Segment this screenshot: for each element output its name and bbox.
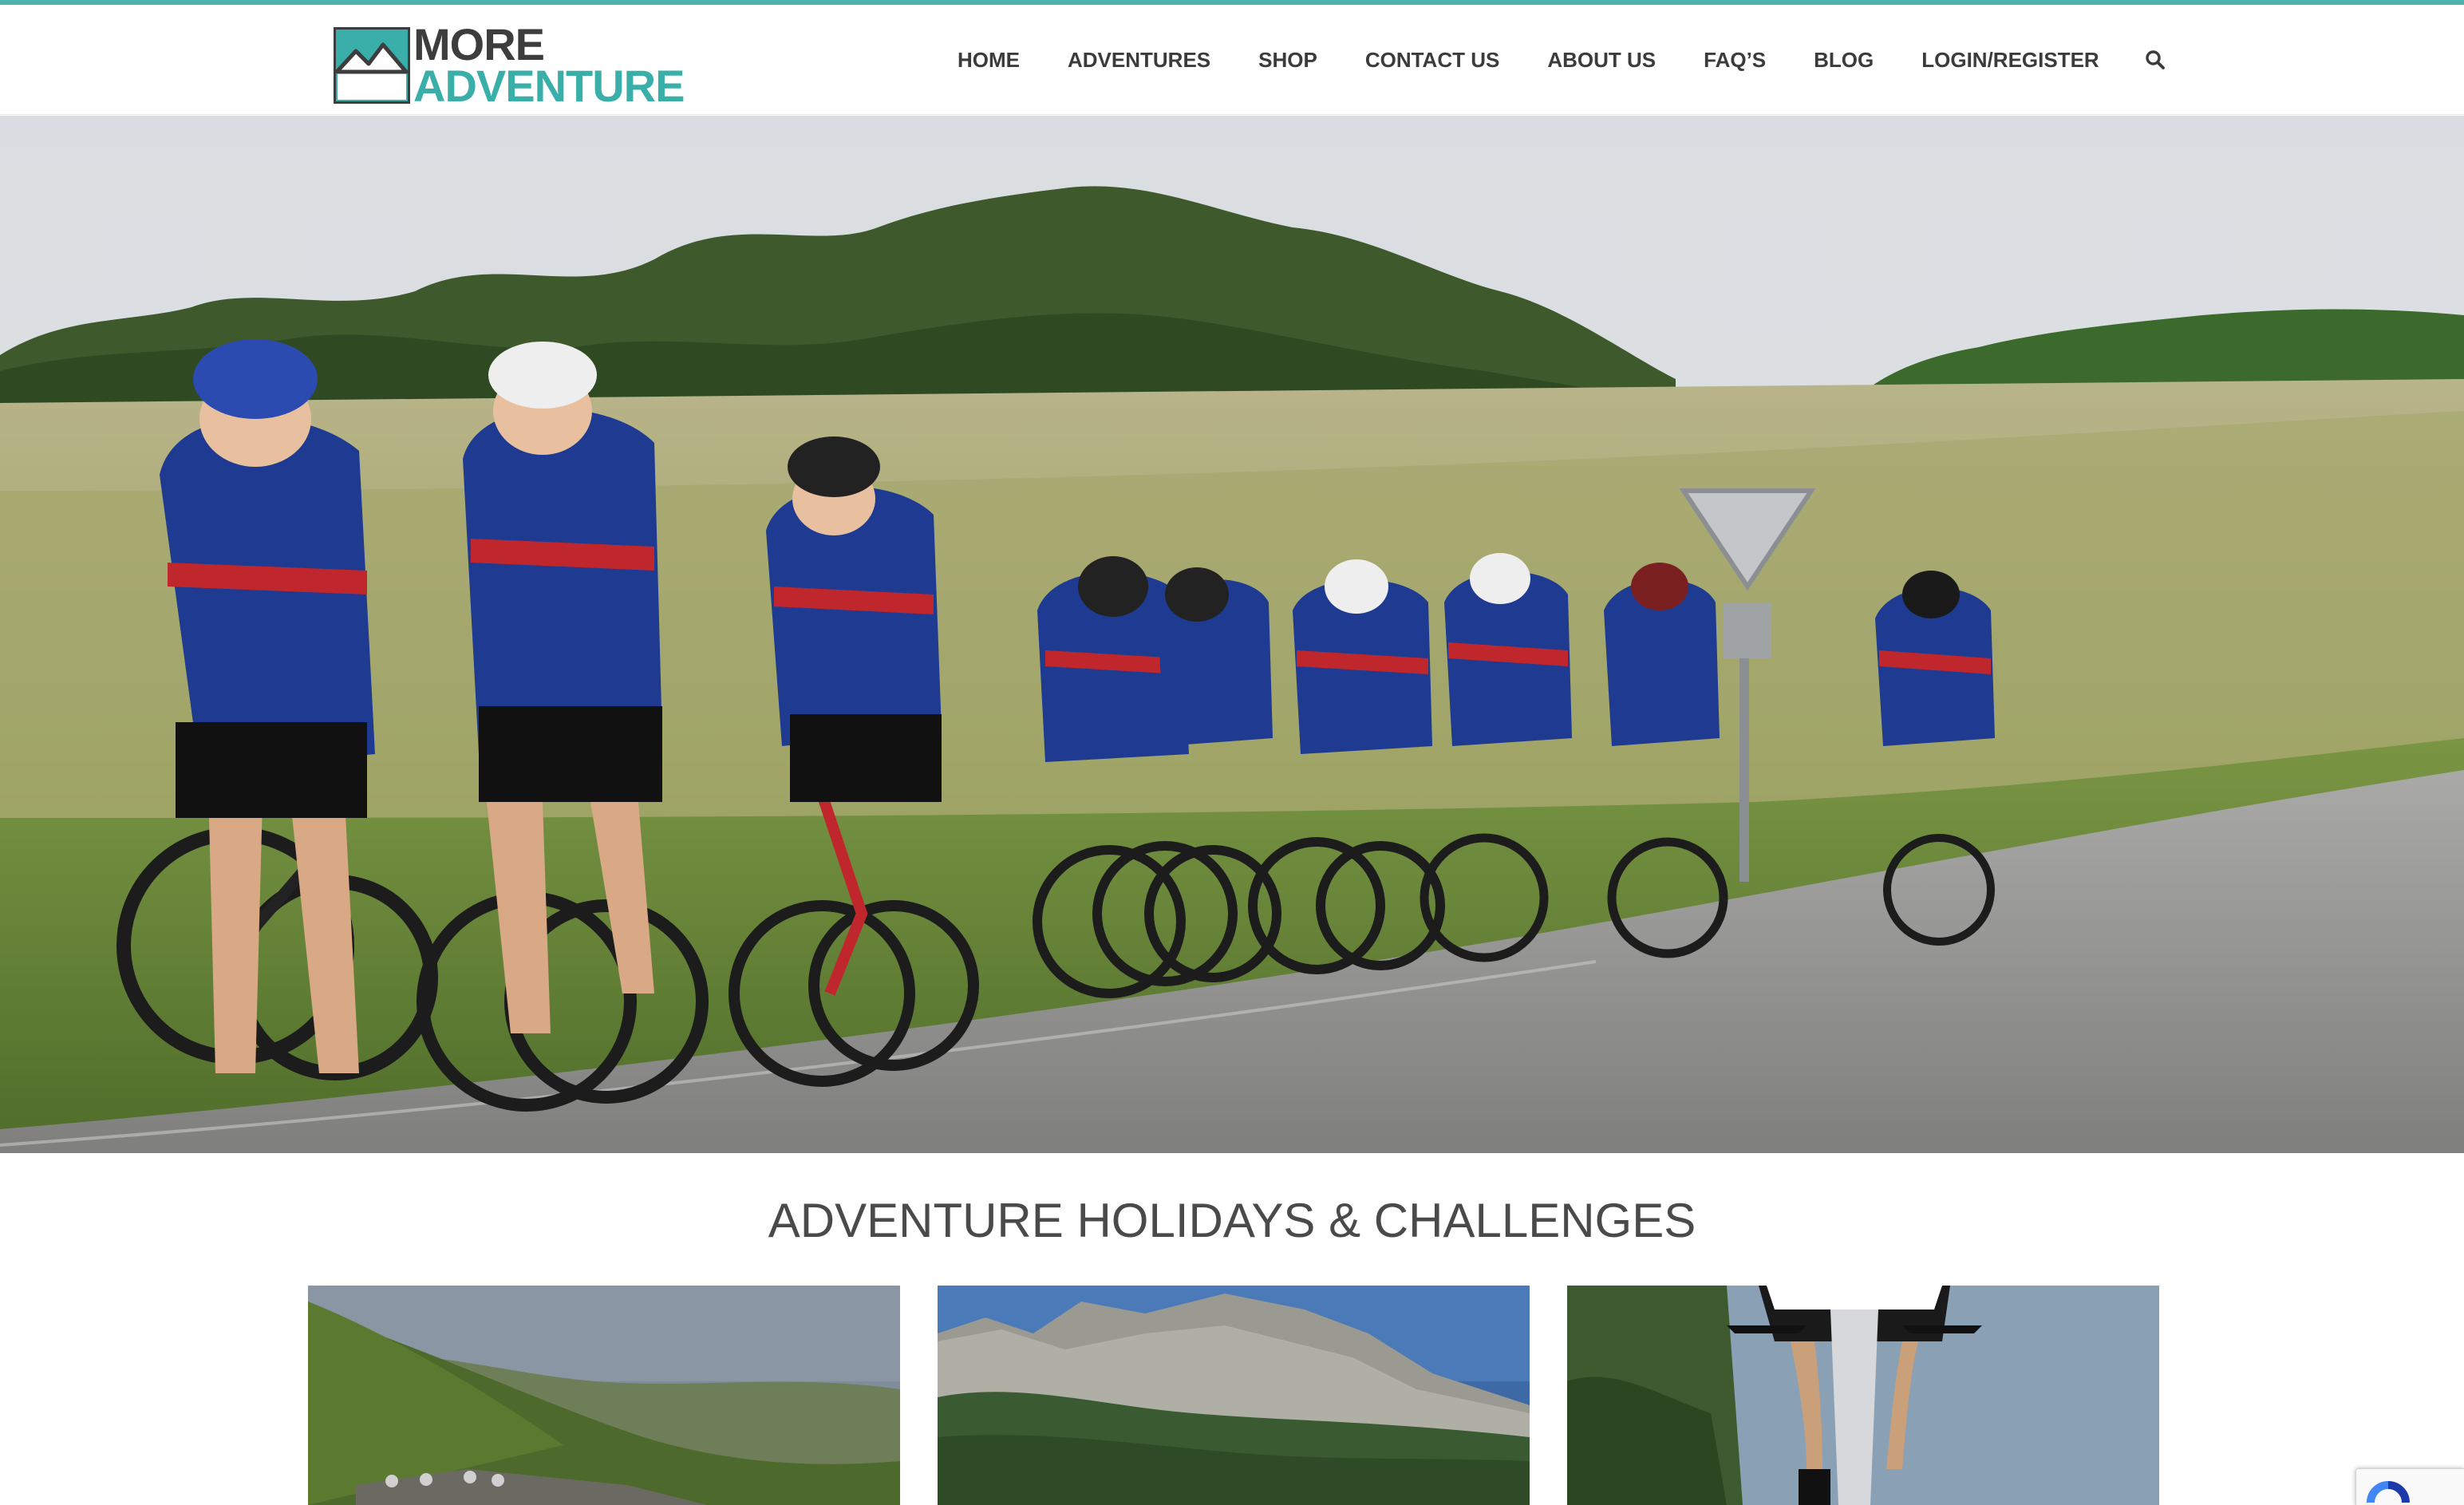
hills-card-image: [308, 1286, 900, 1505]
nav-about-us[interactable]: ABOUT US: [1547, 48, 1656, 73]
adventure-card-cyclist[interactable]: [1567, 1286, 2159, 1505]
nav-faqs[interactable]: FAQ’S: [1704, 48, 1766, 73]
adventure-card-mountains[interactable]: [938, 1286, 1530, 1505]
nav-contact-us[interactable]: CONTACT US: [1365, 48, 1500, 73]
mountains-card-image: [938, 1286, 1530, 1505]
adventure-cards: [308, 1286, 2159, 1505]
section-title: ADVENTURE HOLIDAYS & CHALLENGES: [768, 1194, 1696, 1247]
nav-adventures[interactable]: ADVENTURES: [1068, 48, 1210, 73]
main-navigation: HOME ADVENTURES SHOP CONTACT US ABOUT US…: [958, 5, 2171, 115]
nav-blog[interactable]: BLOG: [1814, 48, 1874, 73]
adventure-card-hills[interactable]: [308, 1286, 900, 1505]
recaptcha-icon: [2367, 1481, 2410, 1503]
hero-cyclists-image: [0, 116, 2464, 1153]
recaptcha-badge[interactable]: [2355, 1468, 2464, 1505]
site-header: MORE ADVENTURE HOME ADVENTURES SHOP CONT…: [0, 5, 2464, 115]
hero-banner: [0, 116, 2464, 1153]
search-icon[interactable]: [2139, 44, 2171, 76]
nav-login-register[interactable]: LOGIN/REGISTER: [1921, 48, 2099, 73]
logo-wordmark: MORE ADVENTURE: [413, 22, 685, 111]
cyclist-card-image: [1567, 1286, 2159, 1505]
nav-shop[interactable]: SHOP: [1258, 48, 1317, 73]
site-logo[interactable]: MORE ADVENTURE: [334, 22, 685, 109]
nav-home[interactable]: HOME: [958, 48, 1020, 73]
mountain-logo-icon: [334, 27, 410, 104]
logo-line-adventure: ADVENTURE: [413, 61, 685, 111]
